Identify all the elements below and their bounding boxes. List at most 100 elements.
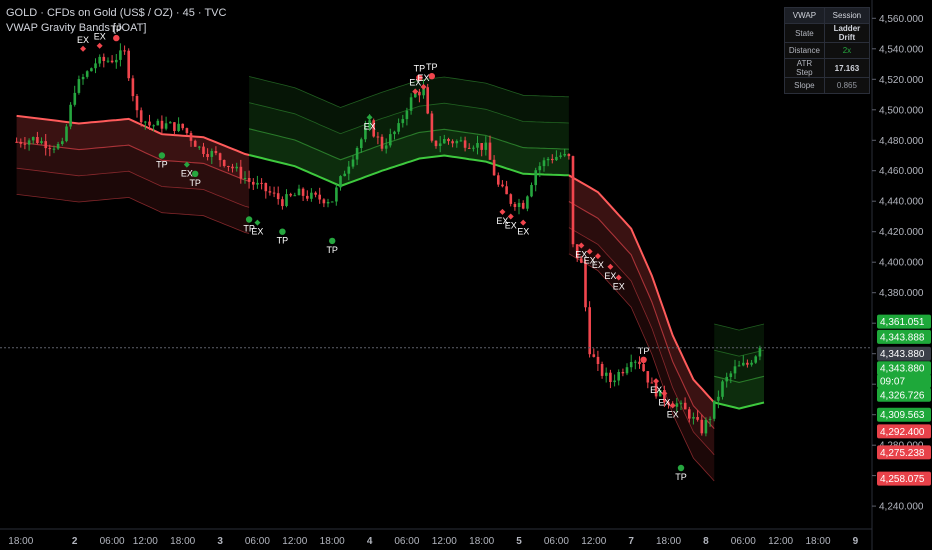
signal-ex-diamond [254,219,261,226]
signal-tp-dot [329,237,336,245]
candle-body [679,402,683,404]
candle-body [609,372,612,382]
candle-body [276,193,280,200]
candle-body [605,372,608,376]
candle-body [355,148,359,160]
signal-label: TP [638,346,650,356]
table-row: Distance 2x [784,42,871,59]
signal-label: TP [426,62,438,72]
x-tick-label: 06:00 [245,536,270,547]
candle-body [638,361,641,365]
candle-body [260,182,263,184]
y-tick-label: 4,460.000 [879,166,924,177]
candle-body [289,194,292,196]
candle-body [222,160,226,166]
x-tick-label: 18:00 [805,536,830,547]
candle-body [555,156,558,161]
candle-body [247,178,251,182]
signal-label: TP [156,160,168,170]
candle-body [725,376,728,382]
candle-body [193,140,197,147]
y-tick-label: 4,240.000 [879,502,924,513]
candle-body [243,178,247,179]
table-value-slope: 0.865 [823,77,871,94]
candle-body [189,133,193,141]
indicator-title[interactable]: VWAP Gravity Bands [JOAT] [6,22,146,34]
candle-body [135,96,139,111]
candle-body [750,362,753,365]
candle-body [634,361,637,363]
candle-body [152,125,155,127]
x-tick-label: 06:00 [544,536,569,547]
candle-body [81,77,85,80]
price-label-text: 4,343.888 [880,332,925,343]
candle-body [476,143,479,148]
candle-body [23,143,27,145]
x-tick-label: 12:00 [432,536,457,547]
candle-body [737,365,741,367]
candle-body [704,419,708,434]
x-tick-label: 12:00 [133,536,158,547]
candle-body [418,91,421,96]
candle-body [227,166,230,167]
table-row: Slope 0.865 [784,77,871,94]
candle-body [409,97,413,111]
signal-tp-dot [113,34,120,42]
candle-body [447,139,450,142]
price-label-text: 4,326.726 [880,390,925,401]
candle-body [281,199,284,207]
y-tick-label: 4,380.000 [879,288,924,299]
candle-body [73,92,77,105]
candle-body [94,63,97,69]
x-axis[interactable]: 18:00 2 06:00 12:00 18:00 3 06:00 12:00 18:00 4 06… [8,536,858,547]
candle-body [272,192,276,194]
candle-body [438,143,442,146]
candle-body [675,403,679,407]
signal-label: EX [650,385,662,395]
x-tick-label: 18:00 [656,536,681,547]
candle-body [330,201,334,203]
candle-body [617,372,620,381]
signal-label: EX [417,73,429,83]
candle-body [314,192,317,195]
candle-body [592,354,596,357]
candle-body [360,139,363,148]
candle-body [239,166,243,179]
candle-body [488,142,492,160]
x-tick-label: 18:00 [469,536,494,547]
x-tick-label: 12:00 [282,536,307,547]
signal-tp-dot [158,152,166,159]
y-tick-label: 4,520.000 [879,75,924,86]
candle-body [513,204,517,207]
candle-body [69,104,72,127]
candle-body [218,153,222,161]
candle-body [164,123,168,129]
candle-body [393,131,396,135]
candle-body [401,119,405,124]
candle-body [77,79,81,93]
candle-body [264,183,268,192]
candle-body [492,159,496,176]
candle-body [729,373,733,377]
candle-body [52,148,56,150]
candle-body [297,188,301,196]
symbol-title[interactable]: GOLD · CFDs on Gold (US$ / OZ) · 45 · TV… [6,7,226,19]
candle-body [44,141,47,149]
x-tick-label: 2 [72,536,78,547]
x-tick-label: 5 [516,536,522,547]
candle-body [455,141,459,144]
candle-body [497,175,500,185]
candle-body [472,147,475,149]
candle-body [742,362,745,366]
x-tick-label: 9 [853,536,859,547]
signal-tp-dot [245,216,253,223]
signal-ex-diamond [96,42,103,49]
signal-label: EX [667,410,679,420]
table-value-distance: 2x [823,42,871,59]
candle-body [160,120,164,129]
candle-body [98,56,101,64]
candle-body [538,166,542,171]
candle-body [56,144,60,149]
candle-body [119,50,122,60]
candle-body [517,202,521,207]
